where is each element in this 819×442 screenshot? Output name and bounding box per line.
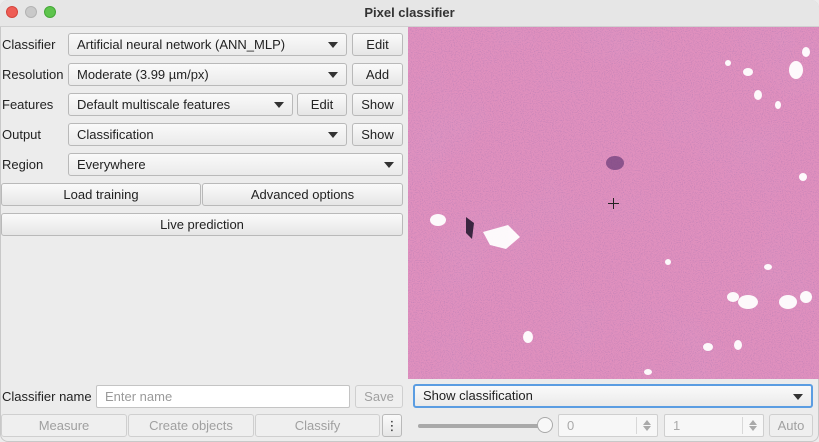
- chevron-down-icon: [384, 162, 394, 168]
- features-select[interactable]: Default multiscale features: [68, 93, 293, 116]
- classifier-edit-button[interactable]: Edit: [352, 33, 403, 56]
- output-show-button[interactable]: Show: [352, 123, 403, 146]
- min-value-spinner[interactable]: 0: [558, 414, 658, 437]
- display-mode-select-value: Show classification: [423, 388, 533, 403]
- chevron-down-icon[interactable]: [749, 426, 757, 431]
- output-label: Output: [2, 127, 42, 142]
- crosshair-icon-vertical: [613, 198, 614, 209]
- chevron-down-icon: [328, 72, 338, 78]
- region-select[interactable]: Everywhere: [68, 153, 403, 176]
- classifier-select[interactable]: Artificial neural network (ANN_MLP): [68, 33, 347, 56]
- chevron-down-icon[interactable]: [643, 426, 651, 431]
- region-select-value: Everywhere: [77, 157, 146, 172]
- title-bar: Pixel classifier: [0, 0, 819, 27]
- chevron-down-icon: [274, 102, 284, 108]
- resolution-select-value: Moderate (3.99 µm/px): [77, 67, 209, 82]
- advanced-options-button[interactable]: Advanced options: [202, 183, 403, 206]
- resolution-add-button[interactable]: Add: [352, 63, 403, 86]
- chevron-up-icon[interactable]: [749, 420, 757, 425]
- opacity-slider-fill: [418, 424, 550, 428]
- output-select-value: Classification: [77, 127, 154, 142]
- spinner-divider: [636, 417, 637, 434]
- live-prediction-button[interactable]: Live prediction: [1, 213, 403, 236]
- opacity-slider-knob[interactable]: [537, 417, 553, 433]
- resolution-select[interactable]: Moderate (3.99 µm/px): [68, 63, 347, 86]
- classifier-label: Classifier: [2, 37, 56, 52]
- chevron-down-icon: [328, 132, 338, 138]
- pixel-classifier-window: Pixel classifier Classifier Artificial n…: [0, 0, 819, 442]
- min-value: 0: [567, 418, 575, 433]
- max-value: 1: [673, 418, 681, 433]
- classifier-name-input[interactable]: Enter name: [96, 385, 350, 408]
- output-select[interactable]: Classification: [68, 123, 347, 146]
- window-title: Pixel classifier: [364, 5, 455, 20]
- features-select-value: Default multiscale features: [77, 97, 231, 112]
- classifier-select-value: Artificial neural network (ANN_MLP): [77, 37, 286, 52]
- auto-button[interactable]: Auto: [769, 414, 813, 437]
- more-options-button[interactable]: ⋮: [382, 414, 402, 437]
- display-mode-select[interactable]: Show classification: [413, 384, 813, 408]
- create-objects-button[interactable]: Create objects: [128, 414, 254, 437]
- chevron-down-icon: [793, 394, 803, 400]
- features-edit-button[interactable]: Edit: [297, 93, 347, 116]
- region-label: Region: [2, 157, 44, 172]
- save-button[interactable]: Save: [355, 385, 403, 408]
- chevron-down-icon: [328, 42, 338, 48]
- spinner-divider: [742, 417, 743, 434]
- classifier-name-placeholder: Enter name: [105, 389, 173, 404]
- resolution-label: Resolution: [2, 67, 64, 82]
- opacity-slider[interactable]: [418, 424, 550, 428]
- load-training-button[interactable]: Load training: [1, 183, 201, 206]
- chevron-up-icon[interactable]: [643, 420, 651, 425]
- features-show-button[interactable]: Show: [352, 93, 403, 116]
- measure-button[interactable]: Measure: [1, 414, 127, 437]
- classifier-name-label: Classifier name: [2, 389, 92, 404]
- features-label: Features: [2, 97, 54, 112]
- max-value-spinner[interactable]: 1: [664, 414, 764, 437]
- classify-button[interactable]: Classify: [255, 414, 380, 437]
